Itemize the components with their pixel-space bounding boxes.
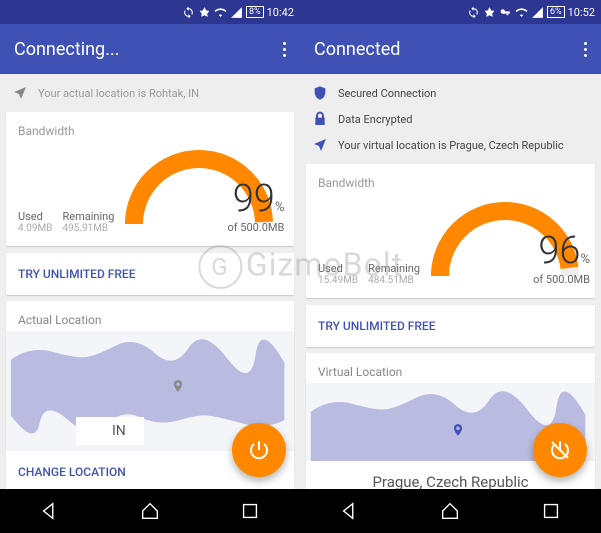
used-value: 4.09MB [18, 223, 52, 234]
wifi-icon [214, 6, 227, 19]
sync-icon [182, 6, 195, 19]
nav-recents-icon[interactable] [239, 500, 261, 522]
battery-icon: 6% [547, 6, 565, 18]
lock-icon [312, 111, 328, 127]
nav-home-icon[interactable] [139, 500, 161, 522]
virtual-location-info: Your virtual location is Prague, Czech R… [306, 132, 595, 158]
nav-back-icon[interactable] [39, 500, 61, 522]
status-bar: 8% 10:42 [0, 0, 300, 24]
shield-icon [312, 85, 328, 101]
remaining-value: 484.51MB [368, 275, 420, 286]
bandwidth-card: Bandwidth Used 4.09MB Remaining 495.91MB [6, 112, 294, 246]
key-icon [499, 6, 512, 19]
app-bar: Connecting... [0, 24, 300, 74]
remaining-label: Remaining [62, 210, 114, 223]
signal-icon [531, 6, 544, 19]
location-arrow-icon [12, 85, 28, 101]
clock: 10:42 [267, 6, 294, 19]
location-arrow-icon [312, 137, 328, 153]
nav-home-icon[interactable] [439, 500, 461, 522]
nav-back-icon[interactable] [339, 500, 361, 522]
power-fab[interactable] [232, 423, 286, 477]
actual-location-info: Your actual location is Rohtak, IN [6, 80, 294, 106]
clock: 10:52 [568, 6, 595, 19]
bandwidth-title: Bandwidth [18, 124, 282, 138]
disconnect-fab[interactable] [533, 423, 587, 477]
used-label: Used [18, 210, 52, 223]
bandwidth-title: Bandwidth [318, 176, 583, 190]
screenshot-right: 6% 10:52 Connected Secured Connection Da… [300, 0, 601, 533]
country-code: IN [76, 417, 144, 445]
remaining-value: 495.91MB [62, 223, 114, 234]
encrypted-line: Data Encrypted [306, 106, 595, 132]
used-value: 15.49MB [318, 275, 358, 286]
secured-line: Secured Connection [306, 80, 595, 106]
overflow-menu-icon[interactable] [283, 42, 286, 57]
bandwidth-gauge: 96% of 500.0MB [420, 196, 590, 286]
try-unlimited-link[interactable]: TRY UNLIMITED FREE [6, 252, 294, 295]
wifi-icon [515, 6, 528, 19]
location-card-title: Virtual Location [306, 353, 595, 383]
nav-bar [0, 489, 300, 533]
app-bar: Connected [300, 24, 601, 74]
app-bar-title: Connected [314, 39, 400, 60]
location-card-title: Actual Location [6, 301, 294, 331]
used-label: Used [318, 262, 358, 275]
bandwidth-gauge: 99% of 500.0MB [114, 144, 284, 234]
nav-recents-icon[interactable] [540, 500, 562, 522]
bandwidth-card: Bandwidth Used 15.49MB Remaining 484.51M… [306, 164, 595, 298]
rocket-icon [198, 6, 211, 19]
signal-icon [230, 6, 243, 19]
nav-bar [300, 489, 601, 533]
try-unlimited-link[interactable]: TRY UNLIMITED FREE [306, 304, 595, 347]
sync-icon [467, 6, 480, 19]
app-bar-title: Connecting... [14, 39, 119, 60]
battery-icon: 8% [246, 6, 264, 18]
remaining-label: Remaining [368, 262, 420, 275]
overflow-menu-icon[interactable] [584, 42, 587, 57]
screenshot-left: 8% 10:42 Connecting... Your actual locat… [0, 0, 300, 533]
map-pin-icon [171, 379, 185, 393]
rocket-icon [483, 6, 496, 19]
map-pin-icon [451, 423, 465, 437]
status-bar: 6% 10:52 [300, 0, 601, 24]
